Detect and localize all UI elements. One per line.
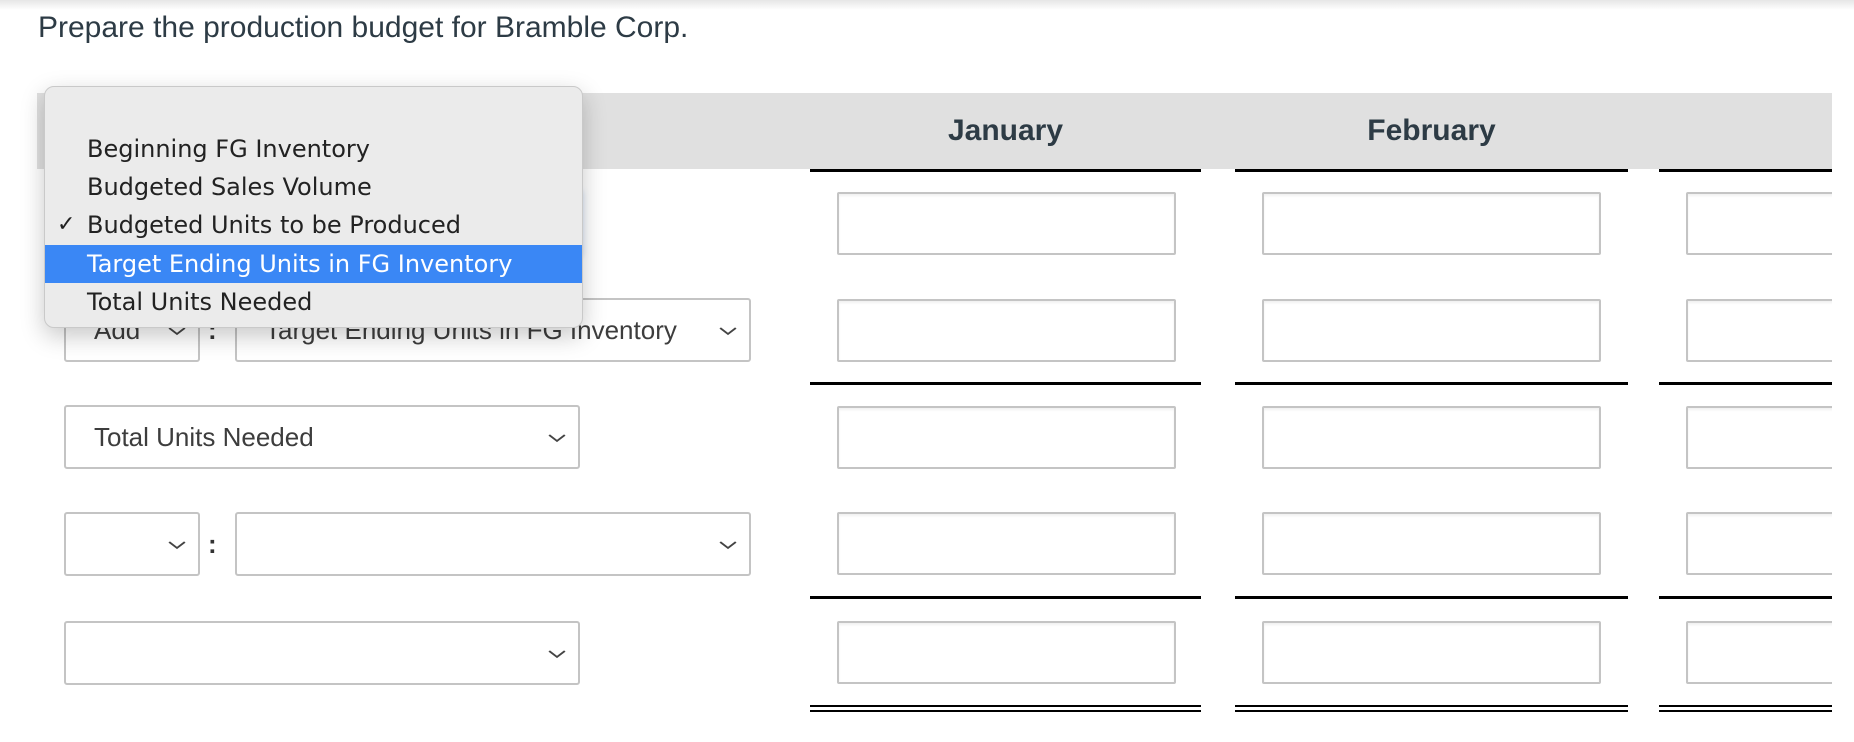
subtotal-rule [1235, 596, 1628, 599]
row3-item-select[interactable]: Total Units Needed [64, 405, 580, 469]
menu-item-label: Budgeted Sales Volume [87, 173, 372, 201]
chevron-down-icon [168, 514, 186, 574]
row4-item-select[interactable] [235, 512, 751, 576]
header-rule [1235, 169, 1628, 172]
row5-item-select[interactable] [64, 621, 580, 685]
row1-january-input[interactable] [837, 192, 1176, 255]
subtotal-rule [1659, 596, 1832, 599]
row5-january-input[interactable] [837, 621, 1176, 684]
column-header-march: M [1659, 93, 1832, 169]
dropdown-menu: Beginning FG Inventory Budgeted Sales Vo… [44, 86, 583, 328]
menu-item-target-ending-units[interactable]: Target Ending Units in FG Inventory [45, 245, 582, 283]
subtotal-rule [1235, 382, 1628, 385]
subtotal-rule [1659, 382, 1832, 385]
header-rule [1659, 169, 1832, 172]
menu-item-label: Budgeted Units to be Produced [87, 211, 462, 239]
checkmark-icon: ✓ [57, 212, 76, 237]
menu-item-beginning-fg-inventory[interactable]: Beginning FG Inventory [45, 130, 582, 168]
chevron-down-icon [548, 407, 566, 467]
chevron-down-icon [719, 514, 737, 574]
row1-march-input[interactable] [1686, 192, 1832, 255]
row5-march-input[interactable] [1686, 621, 1832, 684]
menu-item-total-units-needed[interactable]: Total Units Needed [45, 283, 582, 321]
row3-january-input[interactable] [837, 406, 1176, 469]
row1-february-input[interactable] [1262, 192, 1601, 255]
row2-february-input[interactable] [1262, 299, 1601, 362]
row4-march-input[interactable] [1686, 512, 1832, 575]
subtotal-rule [810, 382, 1201, 385]
row4-february-input[interactable] [1262, 512, 1601, 575]
total-double-rule [810, 705, 1201, 707]
row4-separator: : [208, 529, 217, 559]
menu-item-budgeted-sales-volume[interactable]: Budgeted Sales Volume [45, 168, 582, 206]
chevron-down-icon [719, 300, 737, 360]
row4-january-input[interactable] [837, 512, 1176, 575]
menu-item-label: Target Ending Units in FG Inventory [87, 250, 513, 278]
row5-february-input[interactable] [1262, 621, 1601, 684]
row4-operator-select[interactable] [64, 512, 200, 576]
total-double-rule [1235, 710, 1628, 712]
row3-february-input[interactable] [1262, 406, 1601, 469]
row3-march-input[interactable] [1686, 406, 1832, 469]
row2-march-input[interactable] [1686, 299, 1832, 362]
menu-item-label: Total Units Needed [87, 288, 313, 316]
row2-january-input[interactable] [837, 299, 1176, 362]
total-double-rule [1659, 710, 1832, 712]
column-header-february: February [1367, 114, 1496, 147]
total-double-rule [1659, 705, 1832, 707]
chevron-down-icon [548, 623, 566, 683]
header-rule [810, 169, 1201, 172]
menu-item-budgeted-units-to-be-produced[interactable]: ✓ Budgeted Units to be Produced [45, 206, 582, 244]
total-double-rule [1235, 705, 1628, 707]
total-double-rule [810, 710, 1201, 712]
row3-item-value: Total Units Needed [94, 422, 314, 452]
subtotal-rule [810, 596, 1201, 599]
column-header-january: January [947, 114, 1064, 147]
menu-item-label: Beginning FG Inventory [87, 135, 370, 163]
